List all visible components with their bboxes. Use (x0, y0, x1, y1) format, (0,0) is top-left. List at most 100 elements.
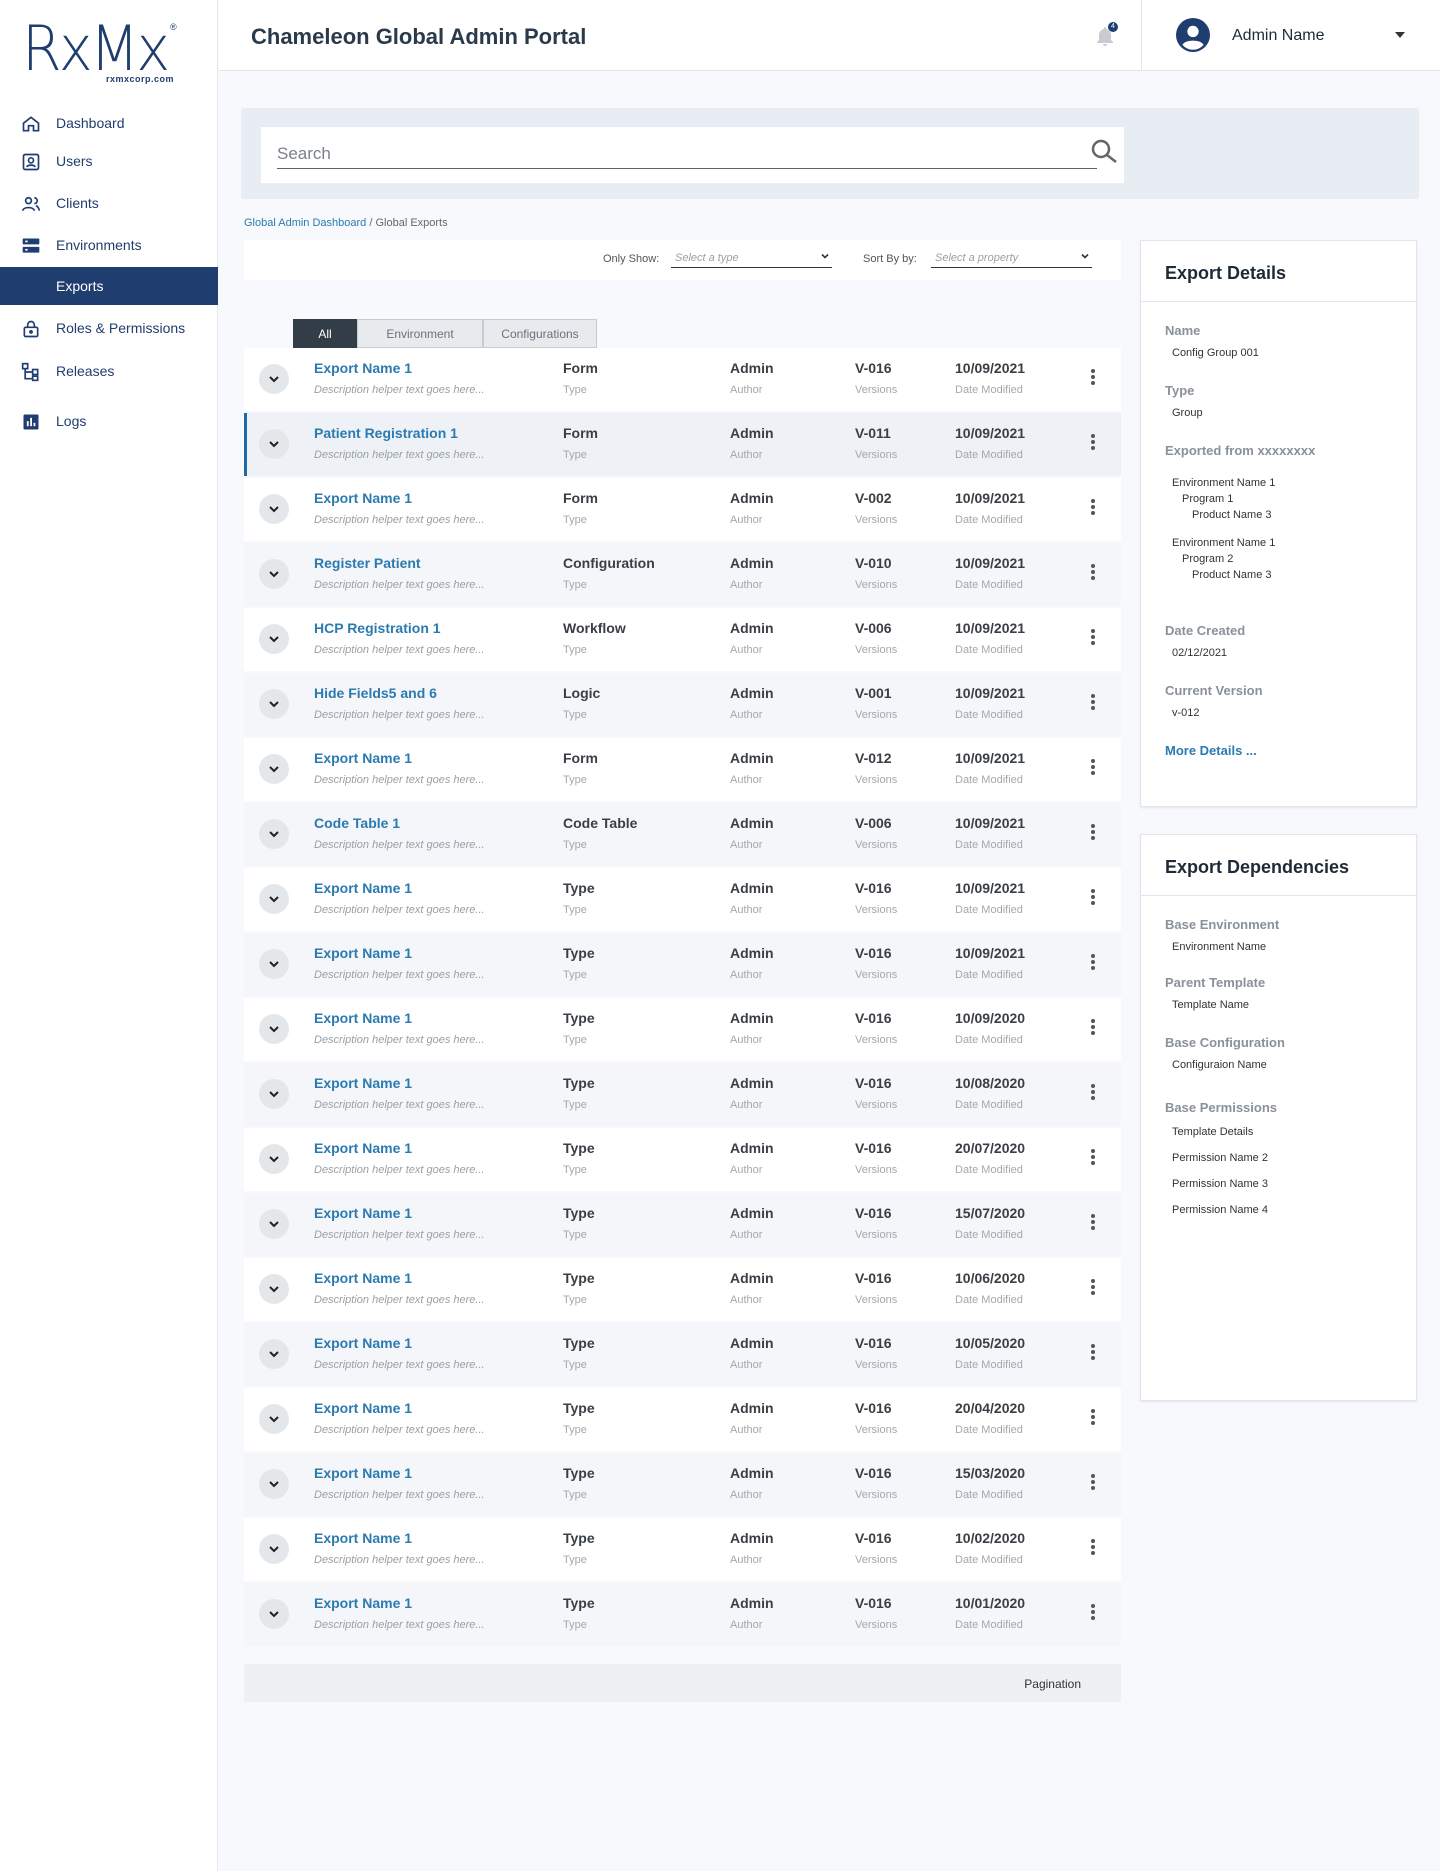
more-vert-icon[interactable] (1090, 1082, 1096, 1104)
search-icon[interactable] (1089, 137, 1119, 167)
export-name-link[interactable]: Hide Fields5 and 6 (314, 685, 437, 701)
more-vert-icon[interactable] (1090, 367, 1096, 389)
pagination[interactable]: Pagination (244, 1664, 1121, 1702)
more-vert-icon[interactable] (1090, 757, 1096, 779)
more-vert-icon[interactable] (1090, 1537, 1096, 1559)
export-name-link[interactable]: HCP Registration 1 (314, 620, 441, 636)
more-vert-icon[interactable] (1090, 1602, 1096, 1624)
more-vert-icon[interactable] (1090, 432, 1096, 454)
table-row[interactable]: Export Name 1 Description helper text goe… (244, 1258, 1121, 1321)
export-name-link[interactable]: Export Name 1 (314, 1595, 412, 1611)
expand-row-button[interactable] (259, 1599, 289, 1629)
export-name-link[interactable]: Export Name 1 (314, 1205, 412, 1221)
sidebar-item-roles-permissions[interactable]: Roles & Permissions (0, 309, 218, 347)
more-vert-icon[interactable] (1090, 1472, 1096, 1494)
more-vert-icon[interactable] (1090, 1407, 1096, 1429)
expand-row-button[interactable] (259, 1079, 289, 1109)
expand-row-button[interactable] (259, 1274, 289, 1304)
expand-row-button[interactable] (259, 689, 289, 719)
table-row[interactable]: Export Name 1 Description helper text goe… (244, 478, 1121, 541)
export-name-link[interactable]: Export Name 1 (314, 880, 412, 896)
user-name[interactable]: Admin Name (1232, 27, 1324, 45)
export-name-link[interactable]: Export Name 1 (314, 1465, 412, 1481)
export-name-link[interactable]: Export Name 1 (314, 750, 412, 766)
table-row[interactable]: Export Name 1 Description helper text goe… (244, 998, 1121, 1061)
expand-row-button[interactable] (259, 429, 289, 459)
more-vert-icon[interactable] (1090, 887, 1096, 909)
table-row[interactable]: Export Name 1 Description helper text goe… (244, 1128, 1121, 1191)
table-row[interactable]: Register Patient Description helper text … (244, 543, 1121, 606)
export-name-link[interactable]: Export Name 1 (314, 1530, 412, 1546)
more-vert-icon[interactable] (1090, 1017, 1096, 1039)
more-vert-icon[interactable] (1090, 1212, 1096, 1234)
expand-row-button[interactable] (259, 1469, 289, 1499)
expand-row-button[interactable] (259, 1404, 289, 1434)
sort-select[interactable]: Select a property (931, 250, 1092, 268)
more-vert-icon[interactable] (1090, 1277, 1096, 1299)
sidebar-item-logs[interactable]: Logs (0, 402, 218, 440)
tab-configurations[interactable]: Configurations (483, 319, 597, 348)
more-vert-icon[interactable] (1090, 692, 1096, 714)
export-name-link[interactable]: Export Name 1 (314, 1010, 412, 1026)
tab-environment[interactable]: Environment (357, 319, 483, 348)
expand-row-button[interactable] (259, 494, 289, 524)
export-name-link[interactable]: Export Name 1 (314, 1270, 412, 1286)
expand-row-button[interactable] (259, 1209, 289, 1239)
caret-down-icon[interactable] (1395, 32, 1405, 38)
expand-row-button[interactable] (259, 364, 289, 394)
sidebar-item-clients[interactable]: Clients (0, 184, 218, 222)
more-vert-icon[interactable] (1090, 1147, 1096, 1169)
expand-row-button[interactable] (259, 559, 289, 589)
table-row[interactable]: Export Name 1 Description helper text goe… (244, 348, 1121, 411)
more-vert-icon[interactable] (1090, 952, 1096, 974)
more-vert-icon[interactable] (1090, 1342, 1096, 1364)
export-name-link[interactable]: Patient Registration 1 (314, 425, 458, 441)
expand-row-button[interactable] (259, 1534, 289, 1564)
more-details-link[interactable]: More Details ... (1165, 743, 1257, 758)
table-row[interactable]: Export Name 1 Description helper text goe… (244, 738, 1121, 801)
more-vert-icon[interactable] (1090, 497, 1096, 519)
table-row[interactable]: Patient Registration 1 Description helper… (244, 413, 1121, 476)
table-row[interactable]: HCP Registration 1 Description helper tex… (244, 608, 1121, 671)
expand-row-button[interactable] (259, 884, 289, 914)
export-name-link[interactable]: Export Name 1 (314, 1400, 412, 1416)
more-vert-icon[interactable] (1090, 562, 1096, 584)
table-row[interactable]: Export Name 1 Description helper text goe… (244, 933, 1121, 996)
table-row[interactable]: Export Name 1 Description helper text goe… (244, 1063, 1121, 1126)
table-row[interactable]: Export Name 1 Description helper text goe… (244, 1518, 1121, 1581)
table-row[interactable]: Export Name 1 Description helper text goe… (244, 868, 1121, 931)
expand-row-button[interactable] (259, 624, 289, 654)
table-row[interactable]: Export Name 1 Description helper text goe… (244, 1453, 1121, 1516)
export-name-link[interactable]: Code Table 1 (314, 815, 400, 831)
rxmx-logo[interactable]: RxMx ® rxmxcorp.com (22, 18, 182, 88)
table-row[interactable]: Hide Fields5 and 6 Description helper tex… (244, 673, 1121, 736)
expand-row-button[interactable] (259, 1339, 289, 1369)
export-name-link[interactable]: Export Name 1 (314, 945, 412, 961)
export-name-link[interactable]: Export Name 1 (314, 1335, 412, 1351)
sidebar-item-exports[interactable]: Exports (0, 267, 218, 305)
table-row[interactable]: Export Name 1 Description helper text goe… (244, 1193, 1121, 1256)
export-name-link[interactable]: Export Name 1 (314, 490, 412, 506)
type-select[interactable]: Select a type (671, 250, 832, 268)
table-row[interactable]: Export Name 1 Description helper text goe… (244, 1388, 1121, 1451)
expand-row-button[interactable] (259, 949, 289, 979)
sidebar-item-environments[interactable]: Environments (0, 226, 218, 264)
table-row[interactable]: Export Name 1 Description helper text goe… (244, 1583, 1121, 1646)
expand-row-button[interactable] (259, 819, 289, 849)
account-circle-icon[interactable] (1176, 18, 1210, 52)
search-input[interactable] (277, 139, 1097, 169)
sidebar-item-releases[interactable]: Releases (0, 352, 218, 390)
export-name-link[interactable]: Register Patient (314, 555, 421, 571)
export-name-link[interactable]: Export Name 1 (314, 360, 412, 376)
sidebar-item-dashboard[interactable]: Dashboard (0, 104, 218, 142)
table-row[interactable]: Code Table 1 Description helper text goes… (244, 803, 1121, 866)
tab-all[interactable]: All (293, 319, 357, 348)
sidebar-item-users[interactable]: Users (0, 142, 218, 180)
expand-row-button[interactable] (259, 1144, 289, 1174)
table-row[interactable]: Export Name 1 Description helper text goe… (244, 1323, 1121, 1386)
more-vert-icon[interactable] (1090, 627, 1096, 649)
export-name-link[interactable]: Export Name 1 (314, 1140, 412, 1156)
expand-row-button[interactable] (259, 1014, 289, 1044)
more-vert-icon[interactable] (1090, 822, 1096, 844)
export-name-link[interactable]: Export Name 1 (314, 1075, 412, 1091)
